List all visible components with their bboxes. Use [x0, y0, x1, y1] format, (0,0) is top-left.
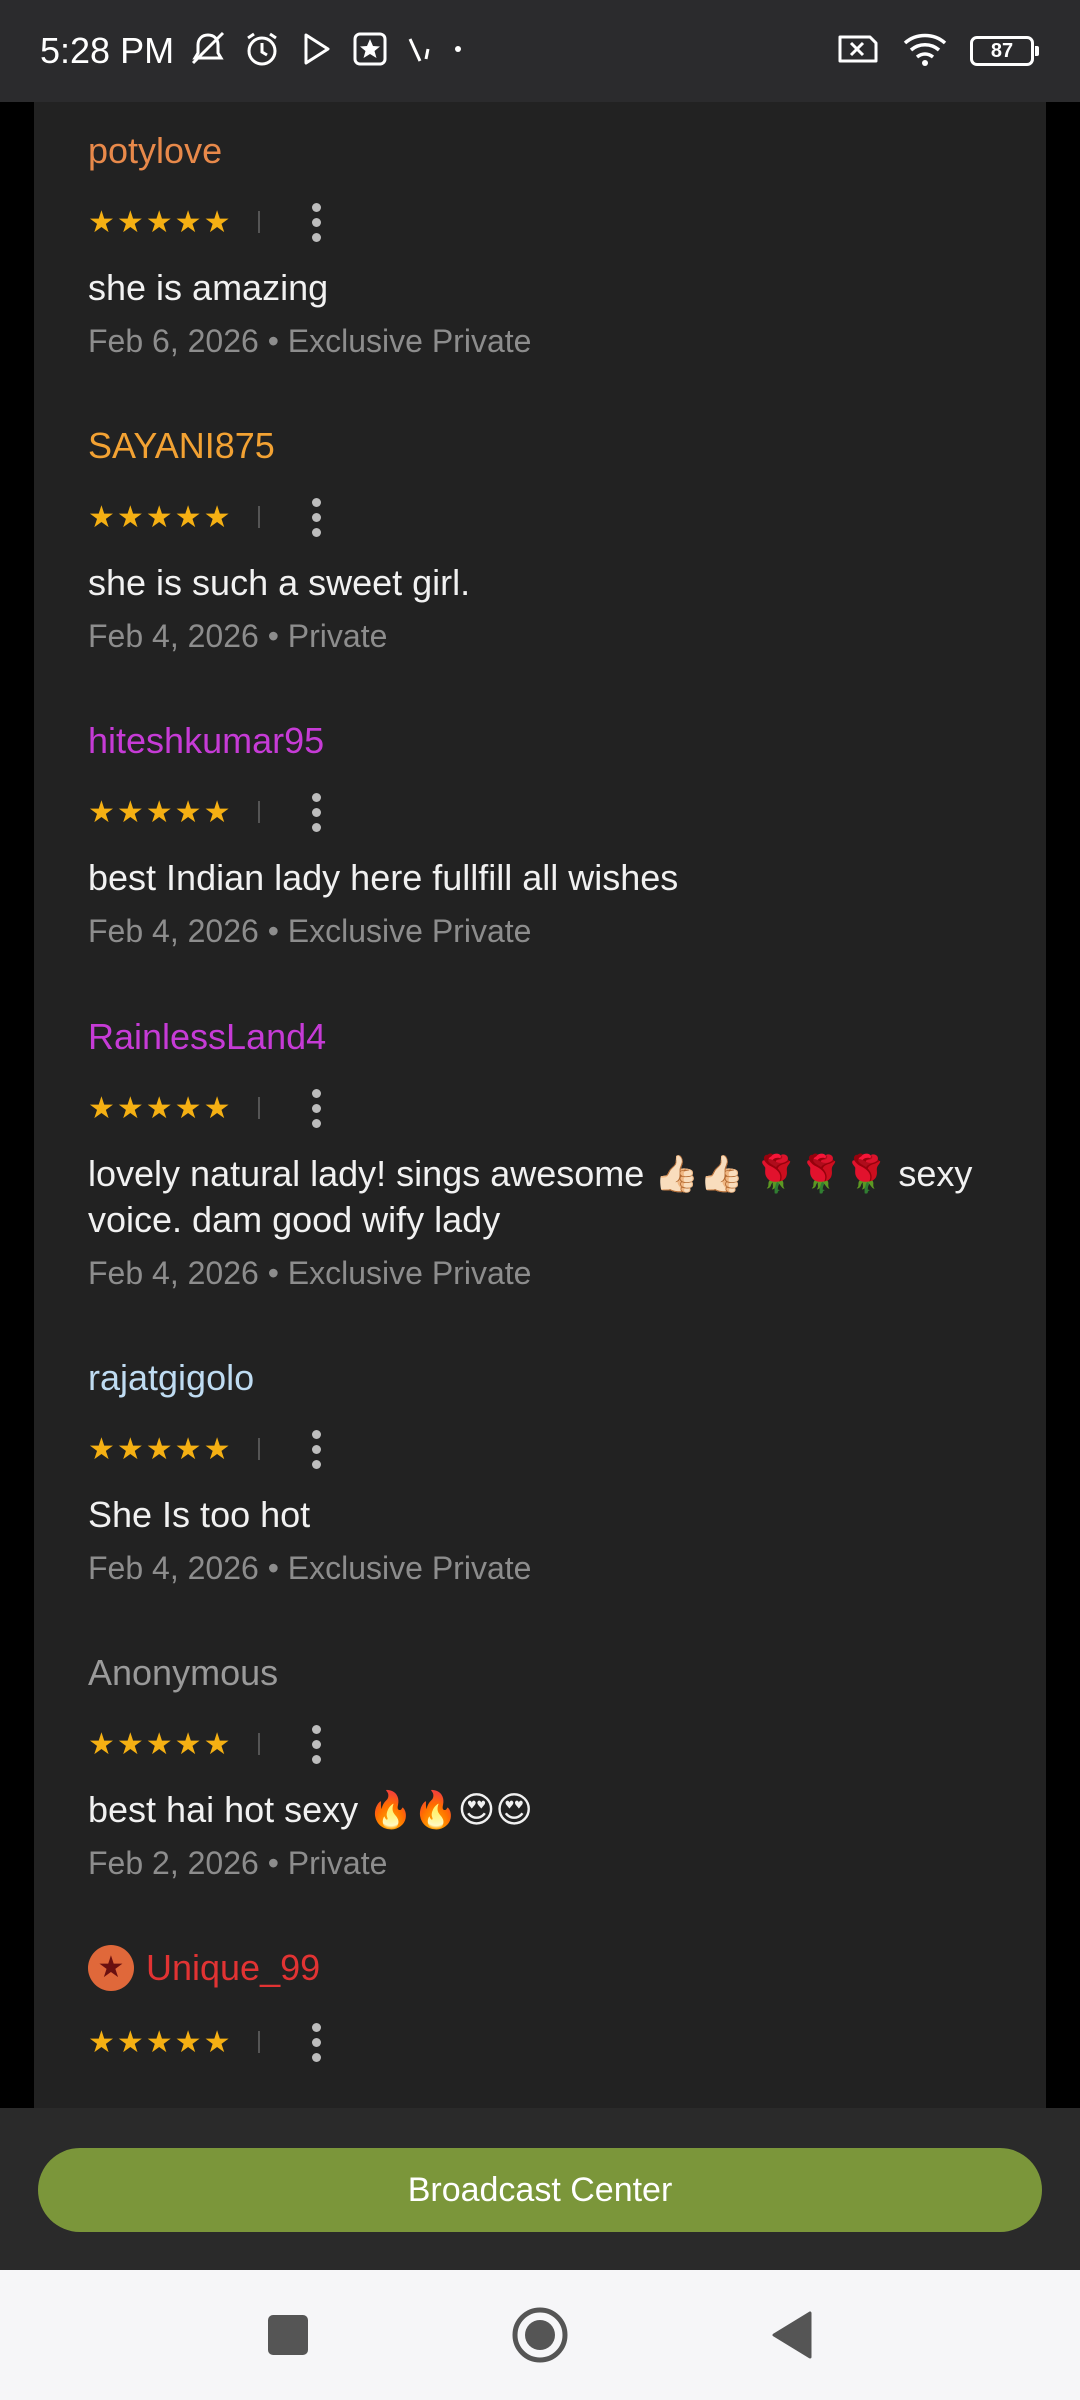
review-comment: she is amazing	[88, 267, 329, 308]
recents-square-icon[interactable]	[218, 2270, 358, 2400]
signal-slash-icon	[404, 29, 434, 74]
battery-level: 87	[990, 39, 1014, 62]
star-rating: ★★★★★	[88, 1091, 233, 1125]
rating-row: ★★★★★	[88, 494, 1028, 540]
rating-row: ★★★★★	[88, 2019, 1028, 2065]
review-meta: Feb 2, 2026 • Private	[88, 1845, 388, 1881]
reviews-list[interactable]: potylove ★★★★★ she is amazing Feb 6, 202…	[34, 102, 1046, 2108]
status-left: 5:28 PM	[40, 29, 468, 74]
review-comment: best Indian lady here fullfill all wishe…	[88, 857, 679, 898]
wifi-icon	[902, 31, 948, 72]
rating-row: ★★★★★	[88, 1426, 1028, 1472]
review-item: Anonymous ★★★★★ best hai hot sexy 🔥🔥😍😍 F…	[88, 1651, 1028, 1883]
rating-row: ★★★★★	[88, 1085, 1028, 1131]
review-comment: best hai hot sexy 🔥🔥😍😍	[88, 1789, 533, 1830]
back-triangle-icon[interactable]	[722, 2270, 862, 2400]
status-right: 87	[836, 31, 1039, 72]
review-meta: Feb 4, 2026 • Exclusive Private	[88, 1550, 532, 1586]
play-store-icon	[296, 29, 336, 74]
review-username: Anonymous	[88, 1652, 279, 1693]
no-sim-icon	[836, 31, 880, 72]
more-options-icon[interactable]	[310, 1724, 322, 1764]
more-options-icon[interactable]	[310, 497, 322, 537]
star-rating: ★★★★★	[88, 500, 233, 534]
divider	[258, 1097, 261, 1119]
top-fan-badge-icon: ★	[88, 1945, 134, 1991]
divider	[258, 211, 261, 233]
review-meta: Feb 6, 2026 • Exclusive Private	[88, 323, 532, 359]
broadcast-center-button[interactable]: Broadcast Center	[38, 2148, 1042, 2232]
more-options-icon[interactable]	[310, 202, 322, 242]
review-item: SAYANI875 ★★★★★ she is such a sweet girl…	[88, 424, 1028, 656]
bell-off-icon	[188, 29, 228, 74]
rating-row: ★★★★★	[88, 789, 1028, 835]
bottom-action-bar: Broadcast Center	[0, 2108, 1080, 2270]
review-username[interactable]: SAYANI875	[88, 424, 1028, 468]
status-time: 5:28 PM	[40, 30, 175, 71]
divider	[258, 2031, 261, 2053]
star-rating: ★★★★★	[88, 1727, 233, 1761]
review-item: RainlessLand4 ★★★★★ lovely natural lady!…	[88, 1015, 1028, 1293]
alarm-icon	[242, 29, 282, 74]
review-comment: lovely natural lady! sings awesome 👍🏻👍🏻 …	[88, 1153, 973, 1240]
more-options-icon[interactable]	[310, 792, 322, 832]
review-item: rajatgigolo ★★★★★ She Is too hot Feb 4, …	[88, 1356, 1028, 1588]
more-options-icon[interactable]	[310, 2022, 322, 2062]
more-options-icon[interactable]	[310, 1429, 322, 1469]
star-badge-icon	[350, 29, 390, 74]
review-username[interactable]: RainlessLand4	[88, 1015, 1028, 1059]
dot-icon	[448, 29, 468, 74]
home-circle-icon[interactable]	[470, 2270, 610, 2400]
rating-row: ★★★★★	[88, 1721, 1028, 1767]
review-comment: She Is too hot	[88, 1494, 311, 1535]
review-username[interactable]: Unique_99	[146, 1946, 320, 1990]
divider	[258, 506, 261, 528]
battery-icon: 87	[970, 36, 1039, 66]
review-username-row[interactable]: ★ Unique_99	[88, 1945, 1028, 1991]
divider	[258, 801, 261, 823]
divider	[258, 1733, 261, 1755]
review-meta: Feb 4, 2026 • Exclusive Private	[88, 1255, 532, 1291]
divider	[258, 1438, 261, 1460]
review-item: hiteshkumar95 ★★★★★ best Indian lady her…	[88, 719, 1028, 951]
status-bar: 5:28 PM 87	[0, 0, 1080, 102]
star-rating: ★★★★★	[88, 2025, 233, 2059]
review-meta: Feb 4, 2026 • Exclusive Private	[88, 913, 532, 949]
review-meta: Feb 4, 2026 • Private	[88, 618, 388, 654]
review-item: potylove ★★★★★ she is amazing Feb 6, 202…	[88, 129, 1028, 361]
review-username[interactable]: potylove	[88, 129, 1028, 173]
star-rating: ★★★★★	[88, 1432, 233, 1466]
star-rating: ★★★★★	[88, 795, 233, 829]
star-rating: ★★★★★	[88, 205, 233, 239]
review-username[interactable]: hiteshkumar95	[88, 719, 1028, 763]
review-item: ★ Unique_99 ★★★★★	[88, 1945, 1028, 2065]
rating-row: ★★★★★	[88, 199, 1028, 245]
review-comment: she is such a sweet girl.	[88, 562, 471, 603]
system-nav-bar	[0, 2270, 1080, 2400]
more-options-icon[interactable]	[310, 1088, 322, 1128]
review-username[interactable]: rajatgigolo	[88, 1356, 1028, 1400]
